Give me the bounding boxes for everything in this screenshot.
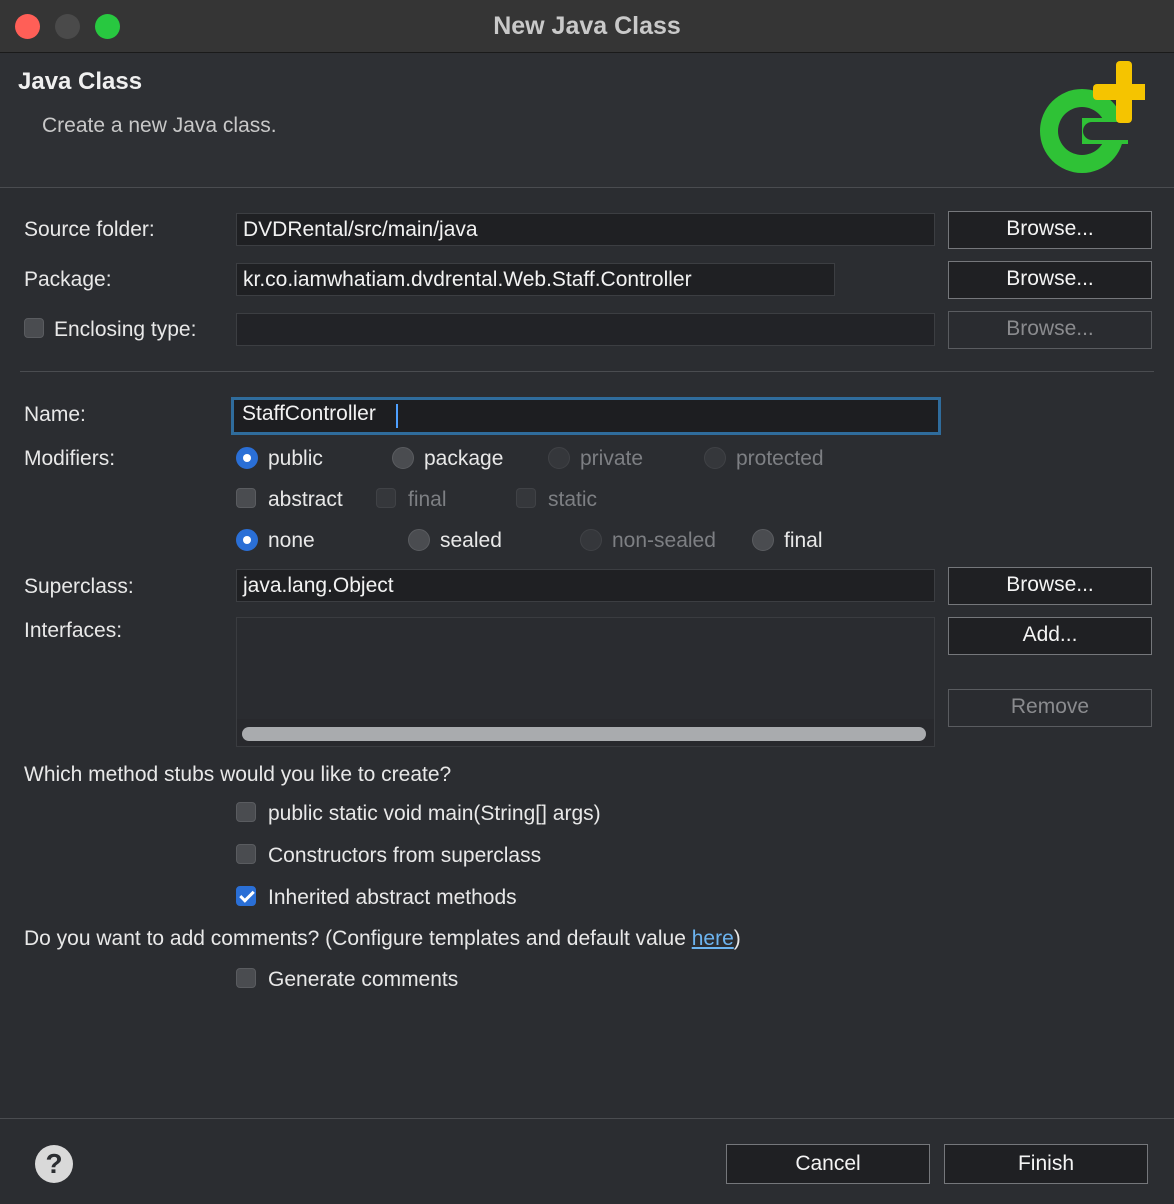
method-stubs-question: Which method stubs would you like to cre… (24, 763, 452, 786)
non-sealed-radio[interactable] (580, 529, 602, 551)
dialog-subtitle: Create a new Java class. (42, 114, 277, 137)
sealed-radio[interactable] (408, 529, 430, 551)
text-cursor (396, 404, 398, 428)
add-interface-button[interactable]: Add... (948, 617, 1152, 655)
final-checkbox[interactable] (376, 488, 396, 508)
new-class-icon (1040, 61, 1145, 173)
public-option-label: public (268, 447, 323, 470)
enclosing-type-browse-button[interactable]: Browse... (948, 311, 1152, 349)
main-method-label: public static void main(String[] args) (268, 802, 601, 825)
enclosing-type-checkbox[interactable] (24, 318, 44, 338)
none-radio[interactable] (236, 529, 258, 551)
package-option-label: package (424, 447, 504, 470)
superclass-label: Superclass: (24, 575, 134, 598)
comments-question-end: ) (733, 927, 741, 950)
sealed-option-label: sealed (440, 529, 502, 552)
static-option-label: static (548, 488, 598, 511)
inherited-abstract-label: Inherited abstract methods (268, 886, 517, 909)
interfaces-label: Interfaces: (24, 619, 123, 642)
source-folder-browse-button[interactable]: Browse... (948, 211, 1152, 249)
static-checkbox[interactable] (516, 488, 536, 508)
non-sealed-option-label: non-sealed (612, 529, 716, 552)
class-name-input[interactable]: StaffController (231, 397, 941, 435)
separator (20, 371, 1154, 372)
final-sealing-option-label: final (784, 529, 823, 552)
comments-question: Do you want to add comments? (Configure … (24, 927, 741, 951)
modifiers-label: Modifiers: (24, 447, 116, 470)
enclosing-type-input[interactable] (236, 313, 935, 346)
comments-question-text: Do you want to add comments? (Configure … (24, 927, 692, 950)
finish-button[interactable]: Finish (944, 1144, 1148, 1184)
enclosing-type-label: Enclosing type: (54, 318, 197, 341)
constructors-checkbox[interactable] (236, 844, 256, 864)
abstract-option-label: abstract (268, 488, 343, 511)
main-method-checkbox[interactable] (236, 802, 256, 822)
footer-separator (0, 1118, 1174, 1119)
package-label: Package: (24, 268, 112, 291)
source-folder-label: Source folder: (24, 218, 155, 241)
remove-interface-button[interactable]: Remove (948, 689, 1152, 727)
close-window-button[interactable] (15, 14, 40, 39)
maximize-window-button[interactable] (95, 14, 120, 39)
protected-radio[interactable] (704, 447, 726, 469)
final-option-label: final (408, 488, 447, 511)
superclass-browse-button[interactable]: Browse... (948, 567, 1152, 605)
none-option-label: none (268, 529, 315, 552)
cancel-button[interactable]: Cancel (726, 1144, 930, 1184)
name-label: Name: (24, 403, 86, 426)
private-radio[interactable] (548, 447, 570, 469)
constructors-label: Constructors from superclass (268, 844, 542, 867)
package-radio[interactable] (392, 447, 414, 469)
inherited-abstract-checkbox[interactable] (236, 886, 256, 906)
superclass-input[interactable]: java.lang.Object (236, 569, 935, 602)
interfaces-scrollbar[interactable] (242, 727, 926, 741)
generate-comments-checkbox[interactable] (236, 968, 256, 988)
templates-link[interactable]: here (692, 927, 734, 950)
source-folder-input[interactable]: DVDRental/src/main/java (236, 213, 935, 246)
package-input[interactable]: kr.co.iamwhatiam.dvdrental.Web.Staff.Con… (236, 263, 835, 296)
help-icon[interactable]: ? (35, 1145, 73, 1183)
dialog-heading: Java Class (18, 68, 143, 95)
generate-comments-label: Generate comments (268, 968, 459, 991)
package-browse-button[interactable]: Browse... (948, 261, 1152, 299)
public-radio[interactable] (236, 447, 258, 469)
window-title: New Java Class (493, 12, 681, 40)
abstract-checkbox[interactable] (236, 488, 256, 508)
private-option-label: private (580, 447, 644, 470)
final-sealing-radio[interactable] (752, 529, 774, 551)
protected-option-label: protected (736, 447, 824, 470)
minimize-window-button[interactable] (55, 14, 80, 39)
